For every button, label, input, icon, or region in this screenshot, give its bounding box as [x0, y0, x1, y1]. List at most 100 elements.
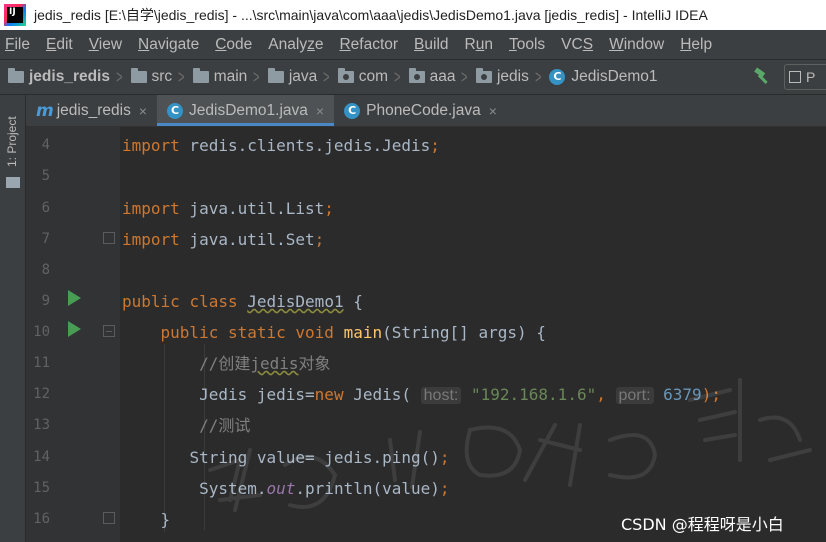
line-number: 5 — [41, 168, 50, 184]
code-text: import java.util.Set; — [122, 230, 325, 249]
code-text: Jedis jedis=new Jedis( host: "192.168.1.… — [199, 385, 721, 404]
menu-navigate[interactable]: Navigate — [138, 36, 199, 54]
menu-run[interactable]: Run — [465, 36, 493, 54]
project-folder-icon — [8, 68, 24, 83]
line-number: 11 — [33, 355, 50, 371]
breadcrumb-src[interactable]: src — [130, 68, 172, 86]
build-hammer-icon[interactable] — [752, 66, 772, 86]
run-gutter-icon[interactable] — [68, 290, 81, 306]
code-line: 9 public class JedisDemo1 { — [26, 286, 826, 317]
tab-phonecode[interactable]: C PhoneCode.java × — [334, 95, 507, 126]
menu-analyze[interactable]: Analyze — [268, 36, 323, 54]
line-number: 9 — [41, 293, 50, 309]
breadcrumb-separator: > — [394, 66, 401, 87]
project-tool-window-button[interactable]: 1: Project — [5, 116, 19, 167]
code-line: 5 — [26, 161, 826, 192]
close-icon[interactable]: × — [489, 103, 497, 119]
code-comment: //测试 — [199, 416, 251, 435]
menu-refactor[interactable]: Refactor — [339, 36, 398, 54]
breadcrumb-separator: > — [116, 66, 123, 87]
breadcrumb-class[interactable]: C JedisDemo1 — [549, 68, 658, 86]
code-text: System.out.println(value); — [199, 479, 450, 498]
breadcrumb-java[interactable]: java — [267, 68, 317, 86]
menu-file[interactable]: File — [5, 36, 30, 54]
breadcrumb-main[interactable]: main — [192, 68, 247, 86]
line-number: 4 — [41, 137, 50, 153]
package-icon — [337, 68, 354, 83]
window-titlebar: IJ jedis_redis [E:\自学\jedis_redis] - ...… — [0, 0, 826, 30]
code-text: import redis.clients.jedis.Jedis; — [122, 136, 440, 155]
editor-tabs: m jedis_redis × C JedisDemo1.java × C Ph… — [26, 95, 826, 127]
fold-marker-icon[interactable] — [103, 512, 115, 524]
menu-tools[interactable]: Tools — [509, 36, 545, 54]
code-line: 15 System.out.println(value); — [26, 473, 826, 504]
run-gutter-icon[interactable] — [68, 321, 81, 337]
breadcrumb-separator: > — [461, 66, 468, 87]
menu-vcs[interactable]: VCS — [561, 36, 593, 54]
breadcrumb-aaa[interactable]: aaa — [408, 68, 455, 86]
code-line: 6 import java.util.List; — [26, 193, 826, 224]
fold-marker-icon[interactable] — [103, 325, 115, 337]
code-line: 11 //创建jedis对象 — [26, 348, 826, 379]
left-tool-window-stripe: 1: Project — [0, 95, 26, 542]
breadcrumb-separator: > — [253, 66, 260, 87]
code-line: 13 //测试 — [26, 410, 826, 441]
breadcrumb-jedis[interactable]: jedis — [475, 68, 529, 86]
code-line: 10 public static void main(String[] args… — [26, 317, 826, 348]
folder-icon — [130, 68, 147, 83]
code-text: public class JedisDemo1 { — [122, 292, 363, 311]
menu-code[interactable]: Code — [215, 36, 252, 54]
breadcrumb-separator: > — [534, 66, 542, 87]
intellij-app-icon: IJ — [4, 4, 26, 26]
menu-bar: File Edit View Navigate Code Analyze Ref… — [0, 30, 826, 59]
breadcrumb-separator: > — [178, 66, 185, 87]
code-line: 16 } — [26, 504, 826, 535]
fold-marker-icon[interactable] — [103, 232, 115, 244]
class-icon: C — [167, 102, 184, 119]
breadcrumb-separator: > — [323, 66, 330, 87]
line-number: 16 — [33, 511, 50, 527]
code-line: 4 import redis.clients.jedis.Jedis; — [26, 130, 826, 161]
line-number: 10 — [33, 324, 50, 340]
line-number: 7 — [41, 231, 50, 247]
folder-icon — [192, 68, 209, 83]
menu-edit[interactable]: Edit — [46, 36, 73, 54]
breadcrumb-com[interactable]: com — [337, 68, 388, 86]
window-title: jedis_redis [E:\自学\jedis_redis] - ...\sr… — [34, 7, 708, 23]
code-text: } — [160, 510, 171, 529]
code-line: 7 import java.util.Set; — [26, 224, 826, 255]
breadcrumb-project[interactable]: jedis_redis — [8, 68, 110, 86]
line-number: 6 — [41, 200, 50, 216]
class-icon: C — [549, 69, 566, 85]
navigation-bar: jedis_redis > src > main > java > com > … — [0, 59, 826, 95]
code-line: 14 String value= jedis.ping(); — [26, 442, 826, 473]
code-text: public static void main(String[] args) { — [160, 323, 546, 342]
package-icon — [408, 68, 425, 83]
class-icon: C — [344, 102, 361, 119]
run-config-icon — [789, 71, 801, 83]
menu-help[interactable]: Help — [680, 36, 712, 54]
menu-window[interactable]: Window — [609, 36, 664, 54]
tab-jedisdemo1[interactable]: C JedisDemo1.java × — [157, 95, 335, 126]
code-editor[interactable]: 4 import redis.clients.jedis.Jedis; 5 6 … — [26, 127, 826, 542]
parameter-hint-port: port: — [615, 387, 654, 404]
menu-build[interactable]: Build — [414, 36, 448, 54]
code-line: 12 Jedis jedis=new Jedis( host: "192.168… — [26, 379, 826, 410]
folder-icon — [267, 68, 284, 83]
line-number: 12 — [33, 386, 50, 402]
line-number: 14 — [33, 449, 50, 465]
tab-jedis-redis[interactable]: m jedis_redis × — [26, 95, 157, 126]
line-number: 8 — [41, 262, 50, 278]
module-m-icon: m — [36, 100, 54, 121]
line-number: 15 — [33, 480, 50, 496]
line-number: 13 — [33, 417, 50, 433]
close-icon[interactable]: × — [316, 103, 324, 119]
close-icon[interactable]: × — [139, 103, 147, 119]
menu-view[interactable]: View — [89, 36, 122, 54]
run-configuration-selector[interactable]: P — [784, 64, 826, 90]
package-icon — [475, 68, 492, 83]
code-text: String value= jedis.ping(); — [189, 448, 450, 467]
code-line: 8 — [26, 255, 826, 286]
project-folder-icon[interactable] — [6, 177, 20, 188]
parameter-hint-host: host: — [420, 387, 462, 404]
